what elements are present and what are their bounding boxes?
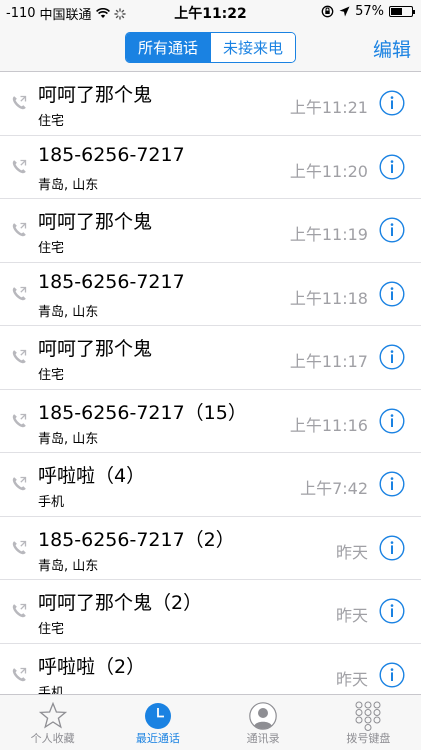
contacts-icon [249, 702, 277, 730]
caller-name: 185-6256-7217（15） [38, 401, 247, 424]
edit-button[interactable]: 编辑 [373, 35, 411, 62]
call-time: 上午11:17 [289, 352, 368, 371]
battery-cap [413, 10, 415, 14]
clock-icon [144, 703, 171, 729]
call-row[interactable]: 185-6256-7217 青岛, 山东 上午11:18 [0, 263, 421, 326]
tab-star[interactable]: 个人收藏 [0, 695, 105, 750]
outgoing-call-icon [12, 349, 27, 364]
caller-label: 住宅 [38, 368, 65, 383]
outgoing-call-icon [12, 540, 27, 554]
call-row[interactable]: 呵呵了那个鬼住宅 上午11:17 [0, 326, 421, 390]
caller-name: 呵呵了那个鬼 [38, 84, 153, 106]
caller-name: 185-6256-7217 [38, 270, 185, 293]
tab-clock[interactable]: 最近通话 [105, 695, 210, 750]
info-icon[interactable] [379, 534, 405, 561]
caller-name: 呵呵了那个鬼（2） [38, 592, 203, 614]
call-row[interactable]: 185-6256-7217（2） 青岛, 山东 昨天 [0, 517, 421, 580]
status-right: 57% [321, 4, 415, 19]
tab-label: 通讯录 [246, 732, 280, 745]
tab-bar: 个人收藏 最近通话 通讯录 拨号键盘 [0, 694, 421, 750]
tab-label: 拨号键盘 [346, 732, 391, 745]
call-time: 昨天 [335, 606, 368, 625]
orientation-lock-icon [321, 5, 334, 18]
caller-label: 青岛, 山东 [38, 558, 99, 574]
tab-label: 最近通话 [135, 732, 180, 745]
tab-contacts[interactable]: 通讯录 [211, 695, 316, 750]
info-icon[interactable] [379, 471, 405, 497]
caller-name: 185-6256-7217（2） [38, 528, 235, 551]
battery-icon [389, 6, 415, 17]
call-time: 上午11:19 [289, 225, 368, 244]
call-row[interactable]: 呵呵了那个鬼（2） 住宅 昨天 [0, 580, 421, 644]
call-row[interactable]: 185-6256-7217 青岛, 山东 上午11:20 [0, 136, 421, 199]
call-time: 上午7:42 [300, 479, 368, 498]
call-time: 上午11:18 [289, 288, 368, 308]
call-time: 昨天 [335, 669, 368, 689]
location-arrow-icon [339, 6, 350, 17]
call-row[interactable]: 呼啦啦（2） 手机 昨天 [0, 644, 421, 695]
info-icon[interactable] [379, 407, 405, 434]
call-row[interactable]: 呵呵了那个鬼住宅 上午11:19 [0, 199, 421, 263]
caller-name: 185-6256-7217 [38, 143, 185, 166]
outgoing-call-icon [12, 222, 27, 237]
call-time: 昨天 [335, 542, 368, 562]
segment-all-calls[interactable]: 所有通话 [126, 33, 210, 62]
call-time: 上午11:20 [289, 161, 368, 181]
caller-name: 呵呵了那个鬼 [38, 338, 153, 360]
outgoing-call-icon [12, 603, 27, 618]
call-filter-segmented-control: 所有通话 未接来电 [125, 32, 296, 63]
outgoing-call-icon [12, 95, 27, 110]
outgoing-call-icon [12, 667, 27, 681]
caller-label: 住宅 [38, 622, 65, 637]
caller-name: 呵呵了那个鬼 [38, 211, 153, 233]
nav-bar: 所有通话 未接来电 编辑 [0, 24, 421, 72]
call-time: 上午11:16 [289, 415, 368, 435]
call-time: 上午11:21 [289, 98, 368, 117]
caller-label: 住宅 [38, 241, 65, 256]
caller-label: 青岛, 山东 [38, 304, 99, 320]
segment-missed-calls[interactable]: 未接来电 [210, 33, 295, 62]
caller-label: 住宅 [38, 114, 65, 129]
info-icon[interactable] [379, 217, 405, 243]
tab-keypad[interactable]: 拨号键盘 [316, 695, 421, 750]
call-row[interactable]: 呼啦啦（4） 手机 上午7:42 [0, 453, 421, 517]
caller-label: 手机 [38, 495, 65, 510]
outgoing-call-icon [12, 159, 27, 173]
outgoing-call-icon [12, 476, 27, 491]
recent-calls-list: 呵呵了那个鬼 住宅 上午11:21 185-6256-7217 青岛, 山东 上午11:2… [0, 72, 421, 694]
status-bar: -110 中国联通 上午11:22 57% [0, 0, 421, 24]
tab-label: 个人收藏 [30, 732, 75, 745]
keypad-icon [355, 701, 381, 731]
battery-percent: 57% [355, 4, 384, 19]
caller-label: 手机 [38, 685, 65, 695]
info-icon[interactable] [379, 598, 405, 624]
info-icon[interactable] [379, 344, 405, 370]
info-icon[interactable] [379, 90, 405, 116]
outgoing-call-icon [12, 286, 27, 300]
caller-label: 青岛, 山东 [38, 177, 99, 193]
outgoing-call-icon [12, 413, 27, 427]
call-row[interactable]: 185-6256-7217（15） 青岛, 山东 上午11:16 [0, 390, 421, 453]
call-row[interactable]: 呵呵了那个鬼住宅 上午11:21 [0, 72, 421, 136]
star-icon [38, 701, 67, 729]
caller-label: 青岛, 山东 [38, 431, 99, 447]
battery-fill [391, 8, 403, 15]
caller-name: 呼啦啦（2） [38, 655, 146, 678]
info-icon[interactable] [379, 280, 405, 307]
info-icon[interactable] [379, 153, 405, 180]
info-icon[interactable] [379, 661, 405, 688]
caller-name: 呼啦啦（4） [38, 465, 146, 487]
